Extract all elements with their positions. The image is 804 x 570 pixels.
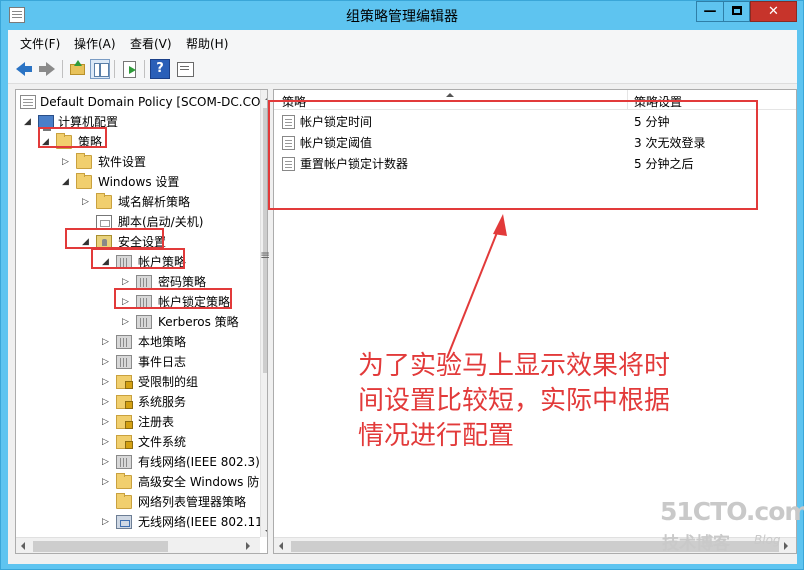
pane-splitter[interactable]: ≡ [260, 248, 270, 268]
tree-horizontal-scroll-thumb[interactable] [33, 541, 168, 552]
tree-item-label: 有线网络(IEEE 802.3) [138, 455, 260, 469]
tree-item-label: Kerberos 策略 [158, 315, 239, 329]
watermark-sub: 技术博客 [662, 534, 730, 554]
expand-arrow-icon[interactable]: ▷ [102, 392, 110, 412]
script-icon [96, 215, 112, 229]
folder-icon [116, 493, 132, 509]
forward-arrow-icon[interactable] [39, 62, 55, 76]
close-button[interactable]: ✕ [750, 1, 797, 22]
console-tree[interactable]: Default Domain Policy [SCOM-DC.CO ◢ 计算机配… [15, 89, 268, 554]
collapse-arrow-icon[interactable]: ◢ [62, 172, 70, 192]
highlight-box-account-policies [91, 248, 185, 269]
expand-arrow-icon[interactable]: ▷ [122, 312, 130, 332]
tree-item-label: 文件系统 [138, 435, 187, 449]
menu-help[interactable]: 帮助(H) [186, 35, 228, 52]
toolbar-separator [144, 60, 145, 78]
app-window: 组策略管理编辑器 — ✕ 文件(F) 操作(A) 查看(V) 帮助(H) ? D… [0, 0, 804, 570]
properties-icon[interactable] [175, 59, 195, 79]
toolbar-separator [114, 60, 115, 78]
back-arrow-icon[interactable] [16, 62, 32, 76]
menu-action[interactable]: 操作(A) [74, 35, 116, 52]
maximize-button[interactable] [723, 1, 750, 22]
menu-bar: 文件(F) 操作(A) 查看(V) 帮助(H) [8, 30, 797, 54]
folder-icon [96, 193, 112, 209]
window-title: 组策略管理编辑器 [346, 9, 458, 25]
tree-item-label: 无线网络(IEEE 802.11 [138, 515, 263, 529]
export-list-icon[interactable] [120, 59, 140, 79]
tree-item-label: 网络列表管理器策略 [138, 495, 247, 509]
tree-vertical-scrollbar[interactable] [260, 90, 267, 537]
show-hide-tree-icon[interactable] [90, 59, 110, 79]
policy-book-icon [136, 315, 152, 329]
toolbar-separator [62, 60, 63, 78]
scroll-down-arrow-icon[interactable] [265, 530, 267, 534]
network-icon [116, 515, 132, 529]
expand-arrow-icon[interactable]: ▷ [102, 412, 110, 432]
tree-item-label: 本地策略 [138, 335, 187, 349]
tree-horizontal-scrollbar[interactable] [16, 537, 260, 553]
scroll-left-arrow-icon[interactable] [279, 542, 283, 550]
locked-folder-icon [116, 395, 133, 409]
sort-ascending-icon [446, 93, 454, 97]
expand-arrow-icon[interactable]: ▷ [102, 352, 110, 372]
up-folder-icon[interactable] [68, 59, 88, 79]
watermark-main: 51CTO.com [660, 497, 804, 526]
expand-arrow-icon[interactable]: ▷ [102, 432, 110, 452]
locked-folder-icon [116, 375, 133, 389]
highlight-box-account-lockout-policy [114, 288, 232, 309]
tree-item-label: 软件设置 [98, 155, 147, 169]
expand-arrow-icon[interactable]: ▷ [102, 472, 110, 492]
help-icon[interactable]: ? [150, 59, 170, 79]
collapse-arrow-icon[interactable]: ◢ [24, 112, 32, 132]
highlight-box-policies [38, 127, 107, 148]
expand-arrow-icon[interactable]: ▷ [62, 152, 70, 172]
tree-item-label: 高级安全 Windows 防 [138, 475, 260, 489]
expand-arrow-icon[interactable]: ▷ [102, 512, 110, 532]
folder-icon [76, 173, 92, 189]
locked-folder-icon [116, 435, 133, 449]
watermark: 51CTO.com 技术博客 Blog [660, 497, 804, 557]
watermark-blog: Blog [754, 533, 781, 547]
folder-icon [116, 473, 132, 489]
menu-view[interactable]: 查看(V) [130, 35, 172, 52]
expand-arrow-icon[interactable]: ▷ [102, 372, 110, 392]
toolbar: ? [8, 54, 797, 84]
maximize-icon [731, 5, 742, 15]
tree-item-label: Default Domain Policy [SCOM-DC.CO [40, 95, 261, 109]
expand-arrow-icon[interactable]: ▷ [82, 192, 90, 212]
title-bar[interactable]: 组策略管理编辑器 — ✕ [1, 1, 803, 30]
folder-icon [76, 153, 92, 169]
annotation-text: 为了实验马上显示效果将时 间设置比较短，实际中根据 情况进行配置 [358, 349, 728, 454]
locked-folder-icon [116, 415, 133, 429]
policy-icon [20, 95, 36, 109]
expand-arrow-icon[interactable]: ▷ [102, 332, 110, 352]
policy-book-icon [136, 275, 152, 289]
annotation-line: 情况进行配置 [358, 421, 515, 451]
tree-item-label: 域名解析策略 [118, 195, 191, 209]
policy-book-icon [116, 335, 132, 349]
menu-file[interactable]: 文件(F) [20, 35, 60, 52]
expand-arrow-icon[interactable]: ▷ [102, 452, 110, 472]
tree-item-label: 受限制的组 [138, 375, 199, 389]
policy-book-icon [116, 355, 132, 369]
annotation-line: 为了实验马上显示效果将时 [358, 351, 671, 381]
tree-item-label: Windows 设置 [98, 175, 180, 189]
scroll-right-arrow-icon[interactable] [246, 542, 250, 550]
highlight-box-policy-list [268, 100, 758, 210]
highlight-box-security-settings [65, 228, 164, 249]
tree-item-label: 注册表 [138, 415, 175, 429]
tree-item-label: 事件日志 [138, 355, 187, 369]
policy-book-icon [116, 455, 132, 469]
scroll-left-arrow-icon[interactable] [21, 542, 25, 550]
annotation-line: 间设置比较短，实际中根据 [358, 386, 671, 416]
tree-item-label: 系统服务 [138, 395, 187, 409]
minimize-button[interactable]: — [696, 1, 723, 22]
